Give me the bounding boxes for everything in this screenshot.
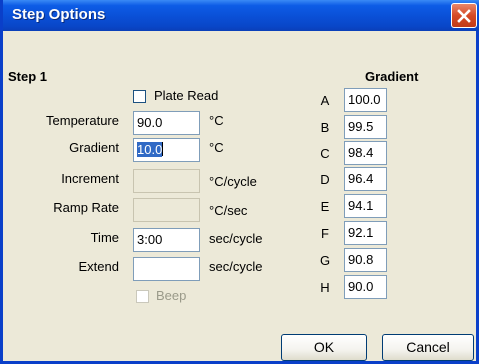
gradient-label: Gradient (69, 140, 119, 155)
gradient-row-value[interactable]: 96.4 (344, 167, 387, 191)
gradient-input[interactable]: 10.0 (133, 138, 200, 162)
step-heading: Step 1 (8, 69, 48, 84)
close-icon (457, 9, 471, 23)
text-caret (162, 142, 164, 156)
gradient-row-letter: D (320, 172, 330, 187)
gradient-row-letter: H (320, 280, 330, 295)
gradient-table-heading: Gradient (365, 69, 419, 84)
temperature-input[interactable]: 90.0 (133, 111, 200, 135)
increment-input[interactable] (133, 169, 200, 193)
gradient-row-letter: C (320, 146, 330, 161)
ramp-rate-label: Ramp Rate (53, 200, 119, 215)
ramp-rate-input[interactable] (133, 198, 200, 222)
gradient-value: 10.0 (137, 142, 163, 157)
temperature-label: Temperature (46, 113, 119, 128)
gradient-row-value[interactable]: 94.1 (344, 194, 387, 218)
ramp-rate-unit: °C/sec (209, 203, 248, 218)
close-button[interactable] (451, 3, 477, 28)
step-options-dialog: Step Options Step 1 Plate Read Temperatu… (0, 0, 479, 364)
gradient-row-value[interactable]: 90.8 (344, 248, 387, 272)
time-input[interactable]: 3:00 (133, 228, 200, 252)
gradient-row-value[interactable]: 90.0 (344, 275, 387, 299)
gradient-row-letter: E (320, 199, 330, 214)
increment-label: Increment (61, 171, 119, 186)
temperature-unit: °C (209, 113, 224, 128)
gradient-row-value[interactable]: 100.0 (344, 88, 387, 112)
gradient-row-value[interactable]: 98.4 (344, 141, 387, 165)
time-label: Time (90, 230, 119, 245)
gradient-unit: °C (209, 140, 224, 155)
plate-read-checkbox[interactable] (133, 90, 146, 103)
ok-button[interactable]: OK (281, 334, 367, 361)
increment-unit: °C/cycle (209, 174, 257, 189)
title-bar[interactable]: Step Options (3, 0, 479, 31)
gradient-row-letter: G (319, 253, 331, 268)
beep-checkbox[interactable] (136, 290, 149, 303)
gradient-row-letter: F (321, 226, 329, 241)
gradient-row-value[interactable]: 92.1 (344, 221, 387, 245)
time-unit: sec/cycle (209, 231, 263, 246)
gradient-row-value[interactable]: 99.5 (344, 115, 387, 139)
extend-input[interactable] (133, 257, 200, 281)
cancel-button[interactable]: Cancel (382, 334, 474, 361)
window-title: Step Options (12, 6, 106, 23)
beep-label: Beep (156, 288, 187, 303)
plate-read-label: Plate Read (154, 88, 219, 103)
gradient-row-letter: B (320, 120, 330, 135)
gradient-row-letter: A (320, 93, 330, 108)
extend-label: Extend (78, 259, 119, 274)
extend-unit: sec/cycle (209, 259, 263, 274)
